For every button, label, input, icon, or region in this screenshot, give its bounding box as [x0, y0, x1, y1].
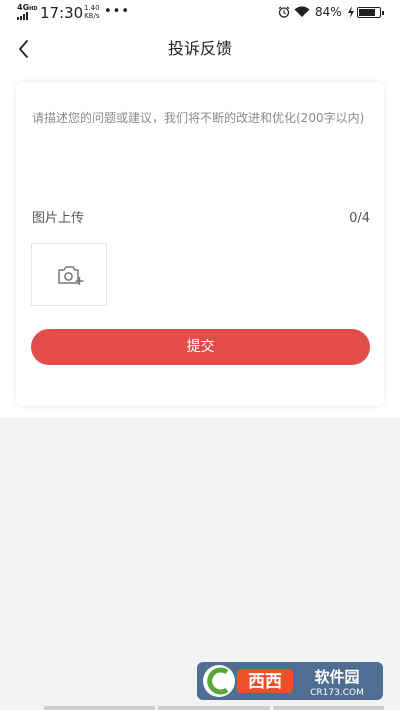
alarm-icon	[278, 6, 290, 18]
submit-button[interactable]: 提交	[31, 329, 370, 365]
network-speed: 1.40 KB/s	[84, 4, 100, 20]
battery-percent: 84%	[315, 5, 342, 19]
svg-text:软件园: 软件园	[314, 668, 359, 686]
feedback-input[interactable]	[32, 110, 370, 194]
charging-icon	[348, 6, 354, 18]
nav-bar: 投诉反馈	[0, 26, 400, 74]
signal-icon	[17, 12, 28, 20]
camera-plus-icon	[58, 266, 84, 285]
more-notifications-icon: •••	[104, 4, 131, 19]
svg-text:CR173.COM: CR173.COM	[310, 688, 364, 698]
battery-icon	[357, 7, 384, 18]
image-upload-label: 图片上传	[32, 211, 85, 226]
image-upload-count: 0/4	[349, 211, 370, 226]
svg-text:西西: 西西	[248, 672, 282, 692]
add-image-button[interactable]	[31, 243, 107, 306]
status-bar: 4GHD 17:30 1.40 KB/s ••• 84%	[0, 0, 400, 26]
status-time: 17:30	[40, 4, 84, 22]
bottom-edge-bars	[44, 706, 384, 710]
feedback-card: 图片上传 0/4 提交	[16, 82, 384, 406]
site-watermark-logo: 西西 软件园 CR173.COM	[197, 662, 383, 700]
wifi-icon	[294, 6, 310, 17]
page-title: 投诉反馈	[167, 39, 232, 58]
